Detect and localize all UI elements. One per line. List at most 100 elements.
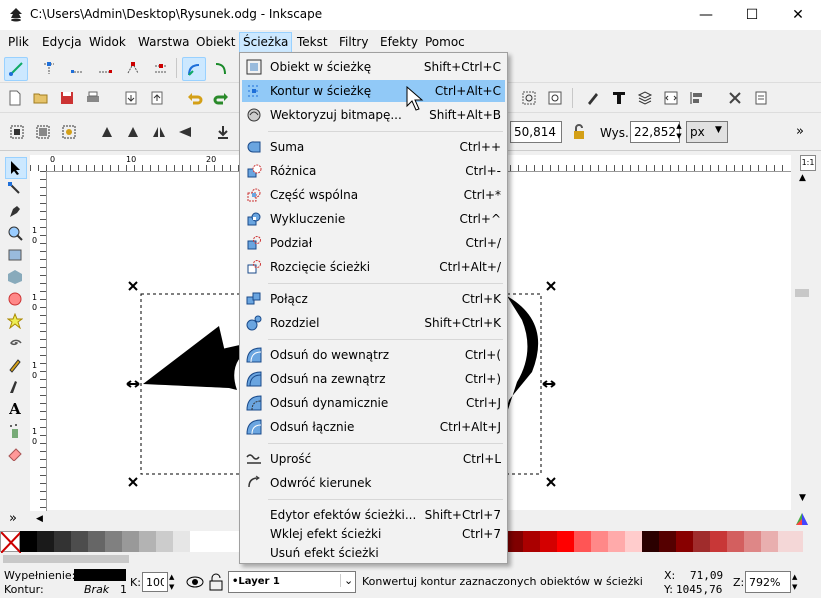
- swatch-gray-30[interactable]: [71, 531, 88, 552]
- redo-button[interactable]: [210, 87, 232, 109]
- zoom-tool[interactable]: [5, 223, 25, 243]
- menu-item-difference[interactable]: Różnica Ctrl+-: [242, 160, 505, 182]
- menu-tekst[interactable]: Tekst: [294, 33, 331, 52]
- layer-select[interactable]: •Layer 1 ⌄: [228, 571, 356, 593]
- stroke-indicator[interactable]: Brak: [84, 583, 109, 596]
- pencil-tool[interactable]: [5, 355, 25, 375]
- fill-stroke-button[interactable]: [582, 87, 604, 109]
- swatch-gray-80[interactable]: [156, 531, 173, 552]
- node-join-button[interactable]: [66, 57, 88, 79]
- swatch-gray-40[interactable]: [88, 531, 105, 552]
- spiral-tool[interactable]: [5, 333, 25, 353]
- menu-item-cut-path[interactable]: Rozcięcie ścieżki Ctrl+Alt+/: [242, 256, 505, 278]
- height-spinner[interactable]: ▲ ▼: [674, 121, 684, 143]
- swatch-light-red[interactable]: [574, 531, 591, 552]
- width-input[interactable]: [510, 121, 562, 143]
- menu-item-outset[interactable]: Odsuń na zewnątrz Ctrl+): [242, 368, 505, 390]
- scroll-left-icon[interactable]: ◀: [36, 514, 43, 524]
- toggle-lock-button[interactable]: [208, 573, 224, 591]
- menu-item-remove-path-effect[interactable]: Usuń efekt ścieżki: [242, 542, 505, 564]
- swatch-gray-20[interactable]: [54, 531, 71, 552]
- scroll-thumb[interactable]: [795, 289, 809, 297]
- text-font-button[interactable]: [608, 87, 630, 109]
- menu-item-break-apart[interactable]: Rozdziel Shift+Ctrl+K: [242, 312, 505, 334]
- palette-scroll-thumb[interactable]: [3, 555, 129, 563]
- zoom-page-button[interactable]: [544, 87, 566, 109]
- menu-item-trace-bitmap[interactable]: Wektoryzuj bitmapę... Shift+Alt+B: [242, 104, 505, 126]
- menu-efekty[interactable]: Efekty: [377, 33, 421, 52]
- menu-widok[interactable]: Widok: [86, 33, 129, 52]
- menu-item-exclusion[interactable]: Wykluczenie Ctrl+^: [242, 208, 505, 230]
- eraser-tool[interactable]: [5, 443, 25, 463]
- preferences-button[interactable]: [724, 87, 746, 109]
- calligraphy-tool[interactable]: [5, 377, 25, 397]
- save-button[interactable]: [56, 87, 78, 109]
- overflow-chevron-icon[interactable]: »: [796, 124, 804, 139]
- zoom-1-1-icon[interactable]: 1:1: [800, 155, 816, 171]
- tweak-tool[interactable]: [5, 201, 25, 221]
- menu-item-division[interactable]: Podział Ctrl+/: [242, 232, 505, 254]
- swatch-dark-maroon[interactable]: [659, 531, 676, 552]
- close-button[interactable]: ✕: [775, 0, 821, 30]
- stroke-width-value[interactable]: 1: [120, 583, 127, 596]
- zoom-input[interactable]: [745, 571, 791, 593]
- swatch-red[interactable]: [557, 531, 574, 552]
- menu-item-dynamic-offset[interactable]: Odsuń dynamicznie Ctrl+J: [242, 392, 505, 414]
- unit-select[interactable]: px ▼: [686, 121, 728, 143]
- swatch-light-salmon[interactable]: [744, 531, 761, 552]
- swatch-pink[interactable]: [608, 531, 625, 552]
- swatch-gray-60[interactable]: [122, 531, 139, 552]
- color-manage-icon[interactable]: [794, 511, 810, 527]
- layers-button[interactable]: [634, 87, 656, 109]
- swatch-gray-70[interactable]: [139, 531, 156, 552]
- menu-pomoc[interactable]: Pomoc: [422, 33, 468, 52]
- lock-proportions-button[interactable]: [568, 121, 590, 143]
- zoom-spinner[interactable]: ▲ ▼: [792, 572, 797, 592]
- swatch-black[interactable]: [20, 531, 37, 552]
- path-curve-button[interactable]: [182, 57, 206, 81]
- menu-item-linked-offset[interactable]: Odsuń łącznie Ctrl+Alt+J: [242, 416, 505, 438]
- lower-bottom-button[interactable]: [212, 121, 234, 143]
- undo-button[interactable]: [184, 87, 206, 109]
- vertical-scrollbar[interactable]: 1:1 ▲ ▼: [791, 155, 821, 511]
- snap-enable-button[interactable]: [4, 57, 28, 81]
- swatch-brick[interactable]: [710, 531, 727, 552]
- node-break-button[interactable]: [94, 57, 116, 79]
- print-button[interactable]: [82, 87, 104, 109]
- rectangle-tool[interactable]: [5, 245, 25, 265]
- path-line-button[interactable]: [210, 57, 232, 79]
- opacity-spinner[interactable]: ▲ ▼: [169, 572, 174, 592]
- toolbox-overflow-icon[interactable]: »: [9, 511, 17, 526]
- menu-filtry[interactable]: Filtry: [336, 33, 371, 52]
- open-button[interactable]: [30, 87, 52, 109]
- zoom-drawing-button[interactable]: [518, 87, 540, 109]
- maximize-button[interactable]: ☐: [729, 0, 775, 30]
- menu-warstwa[interactable]: Warstwa: [135, 33, 193, 52]
- node-smooth-button[interactable]: [150, 57, 172, 79]
- swatch-gray-50[interactable]: [105, 531, 122, 552]
- menu-obiekt[interactable]: Obiekt: [193, 33, 238, 52]
- menu-edycja[interactable]: Edycja: [39, 33, 85, 52]
- swatch-gray-10[interactable]: [37, 531, 54, 552]
- scroll-up-icon[interactable]: ▲: [799, 173, 806, 183]
- select-all-button[interactable]: [6, 121, 28, 143]
- menu-item-combine[interactable]: Połącz Ctrl+K: [242, 288, 505, 310]
- opacity-input[interactable]: [142, 572, 168, 592]
- swatch-white[interactable]: [190, 531, 239, 552]
- toggle-visibility-button[interactable]: [186, 573, 204, 591]
- height-input[interactable]: [630, 121, 680, 143]
- swatch-salmon[interactable]: [727, 531, 744, 552]
- swatch-pale-rose[interactable]: [778, 531, 803, 552]
- align-distribute-button[interactable]: [686, 87, 708, 109]
- swatch-pink-red[interactable]: [591, 531, 608, 552]
- rotate-ccw-button[interactable]: [96, 121, 118, 143]
- menu-item-union[interactable]: Suma Ctrl++: [242, 136, 505, 158]
- new-document-button[interactable]: [4, 87, 26, 109]
- menu-item-stroke-to-path[interactable]: Kontur w ścieżkę Ctrl+Alt+C: [242, 80, 505, 102]
- menu-item-simplify[interactable]: Uprość Ctrl+L: [242, 448, 505, 470]
- 3d-box-tool[interactable]: [5, 267, 25, 287]
- swatch-maroon[interactable]: [506, 531, 523, 552]
- node-add-button[interactable]: [38, 57, 60, 79]
- no-paint-swatch[interactable]: [0, 531, 22, 554]
- import-button[interactable]: [120, 87, 142, 109]
